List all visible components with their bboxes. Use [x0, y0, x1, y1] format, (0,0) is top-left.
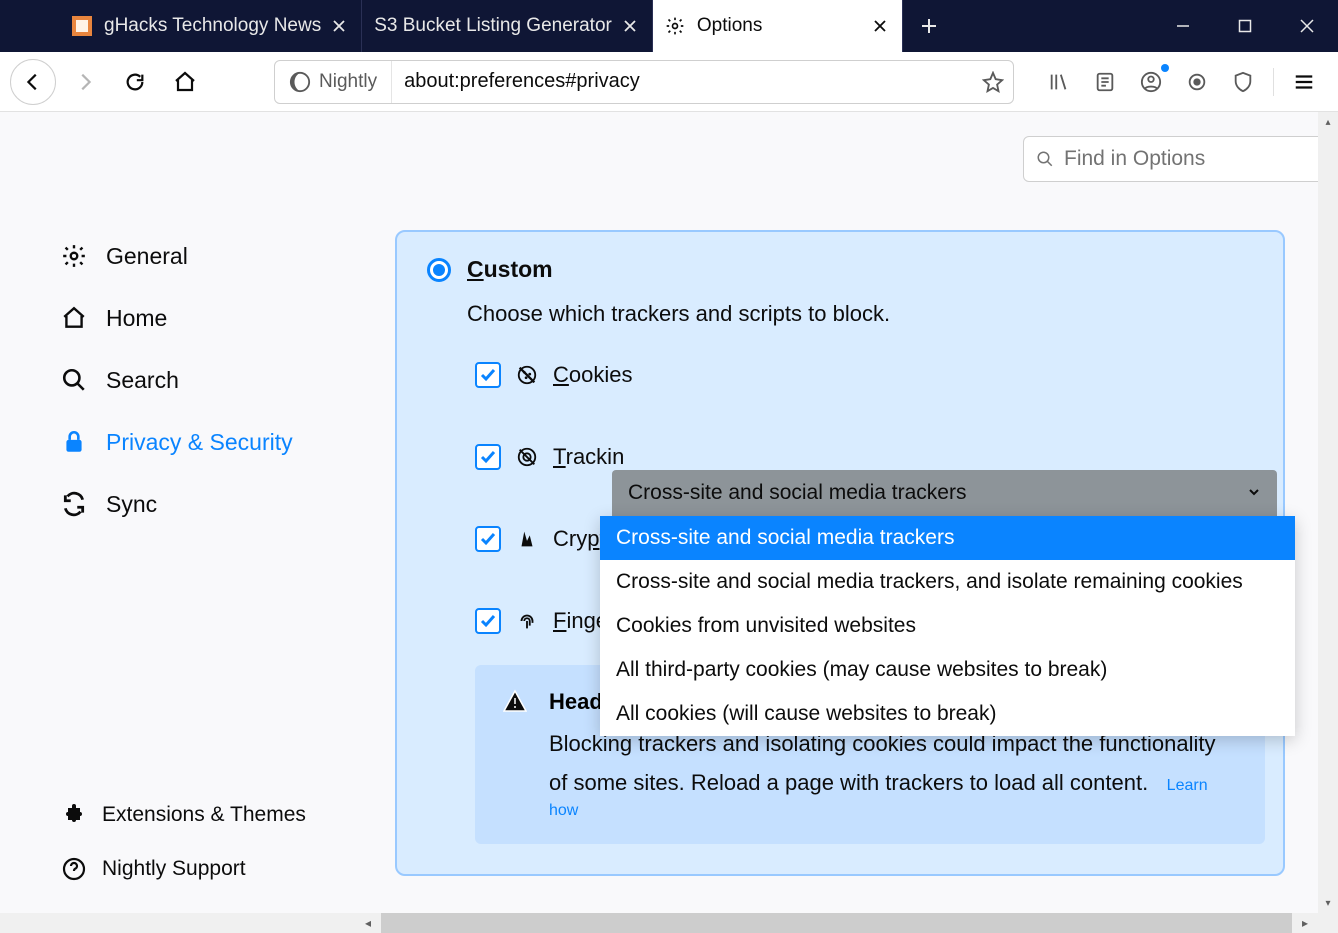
identity-label: Nightly	[319, 71, 377, 93]
gear-icon	[60, 242, 88, 270]
dropdown-option[interactable]: Cross-site and social media trackers, an…	[600, 560, 1295, 604]
shield-icon[interactable]	[1223, 62, 1263, 102]
identity-box[interactable]: Nightly	[275, 61, 392, 103]
sidebar-item-support[interactable]: Nightly Support	[60, 855, 306, 883]
dropdown-option[interactable]: Cross-site and social media trackers	[600, 516, 1295, 560]
sidebar-bottom: Extensions & Themes Nightly Support	[60, 801, 306, 883]
tab-label: S3 Bucket Listing Generator	[374, 15, 612, 37]
custom-label: CCustomustom	[467, 256, 553, 283]
reader-icon[interactable]	[1085, 62, 1125, 102]
checkbox-checked-icon[interactable]	[475, 526, 501, 552]
extension-icon[interactable]	[1177, 62, 1217, 102]
maximize-button[interactable]	[1214, 0, 1276, 52]
sidebar-item-home[interactable]: Home	[60, 304, 395, 332]
radio-selected-icon[interactable]	[427, 258, 451, 282]
window-controls	[1152, 0, 1338, 52]
scroll-up-arrow-icon[interactable]: ▴	[1318, 112, 1338, 132]
lock-icon	[60, 428, 88, 456]
search-icon	[60, 366, 88, 394]
reload-button[interactable]	[114, 61, 156, 103]
forward-button	[64, 61, 106, 103]
preferences-content: Find in Options General Home Search Priv…	[0, 112, 1338, 913]
cookies-label: Cookies	[553, 362, 632, 388]
preferences-sidebar: General Home Search Privacy & Security S…	[0, 112, 395, 913]
close-icon[interactable]	[329, 16, 349, 36]
sidebar-item-label: Nightly Support	[102, 857, 246, 881]
horizontal-scrollbar[interactable]: ◂ ▸	[355, 913, 1318, 933]
crypto-icon	[515, 527, 539, 551]
minimize-button[interactable]	[1152, 0, 1214, 52]
nightly-icon	[289, 71, 311, 93]
account-icon[interactable]	[1131, 62, 1171, 102]
close-icon[interactable]	[870, 16, 890, 36]
cookies-dropdown[interactable]: Cross-site and social media trackers	[612, 470, 1277, 516]
sidebar-item-label: Privacy & Security	[106, 429, 293, 456]
home-icon	[60, 304, 88, 332]
custom-description: Choose which trackers and scripts to blo…	[467, 301, 1253, 327]
home-button[interactable]	[164, 61, 206, 103]
cookies-dropdown-list[interactable]: Cross-site and social media trackers Cro…	[600, 516, 1295, 736]
vertical-scrollbar[interactable]: ▴ ▾	[1318, 112, 1338, 913]
dropdown-selected-label: Cross-site and social media trackers	[628, 481, 966, 505]
tab-options[interactable]: Options	[653, 0, 903, 52]
infobox-body: Blocking trackers and isolating cookies …	[549, 731, 1215, 795]
url-text[interactable]: about:preferences#privacy	[392, 70, 973, 93]
cookies-row: Cookies	[475, 351, 1253, 399]
dropdown-option[interactable]: All cookies (will cause websites to brea…	[600, 692, 1295, 736]
library-icon[interactable]	[1039, 62, 1079, 102]
sidebar-item-label: Search	[106, 367, 179, 394]
sidebar-item-label: Home	[106, 305, 167, 332]
tab-ghacks[interactable]: gHacks Technology News	[60, 0, 362, 52]
checkbox-checked-icon[interactable]	[475, 608, 501, 634]
toolbar-extensions	[1039, 62, 1328, 102]
checkbox-checked-icon[interactable]	[475, 444, 501, 470]
window-close-button[interactable]	[1276, 0, 1338, 52]
tab-s3[interactable]: S3 Bucket Listing Generator	[362, 0, 653, 52]
sidebar-item-privacy[interactable]: Privacy & Security	[60, 428, 395, 456]
scroll-track[interactable]	[381, 913, 1292, 933]
new-tab-button[interactable]	[903, 0, 955, 52]
gear-icon	[665, 16, 685, 36]
scroll-down-arrow-icon[interactable]: ▾	[1318, 893, 1338, 913]
puzzle-icon	[60, 801, 88, 829]
bookmark-star-icon[interactable]	[973, 71, 1013, 93]
close-icon[interactable]	[620, 16, 640, 36]
tracking-label: Trackin	[553, 444, 624, 470]
scroll-right-arrow-icon[interactable]: ▸	[1292, 916, 1318, 930]
sidebar-item-label: Extensions & Themes	[102, 803, 306, 827]
custom-radio-row[interactable]: CCustomustom	[427, 256, 1253, 283]
favicon-ghacks	[72, 16, 92, 36]
sidebar-item-extensions[interactable]: Extensions & Themes	[60, 801, 306, 829]
fingerprint-icon	[515, 609, 539, 633]
tab-label: gHacks Technology News	[104, 15, 321, 37]
chevron-down-icon	[1247, 481, 1261, 505]
checkbox-checked-icon[interactable]	[475, 362, 501, 388]
back-button[interactable]	[10, 59, 56, 105]
divider	[1273, 68, 1274, 96]
menu-button[interactable]	[1284, 62, 1324, 102]
warning-icon	[503, 689, 527, 820]
sidebar-item-sync[interactable]: Sync	[60, 490, 395, 518]
sidebar-item-general[interactable]: General	[60, 242, 395, 270]
dropdown-option[interactable]: Cookies from unvisited websites	[600, 604, 1295, 648]
cookie-block-icon	[515, 363, 539, 387]
dropdown-option[interactable]: All third-party cookies (may cause websi…	[600, 648, 1295, 692]
help-icon	[60, 855, 88, 883]
sidebar-item-label: Sync	[106, 491, 157, 518]
browser-toolbar: Nightly about:preferences#privacy	[0, 52, 1338, 112]
tab-label: Options	[697, 15, 862, 37]
url-bar[interactable]: Nightly about:preferences#privacy	[274, 60, 1014, 104]
tracking-icon	[515, 445, 539, 469]
sidebar-item-label: General	[106, 243, 188, 270]
sync-icon	[60, 490, 88, 518]
scroll-left-arrow-icon[interactable]: ◂	[355, 916, 381, 930]
browser-tab-strip: gHacks Technology News S3 Bucket Listing…	[0, 0, 1338, 52]
sidebar-item-search[interactable]: Search	[60, 366, 395, 394]
